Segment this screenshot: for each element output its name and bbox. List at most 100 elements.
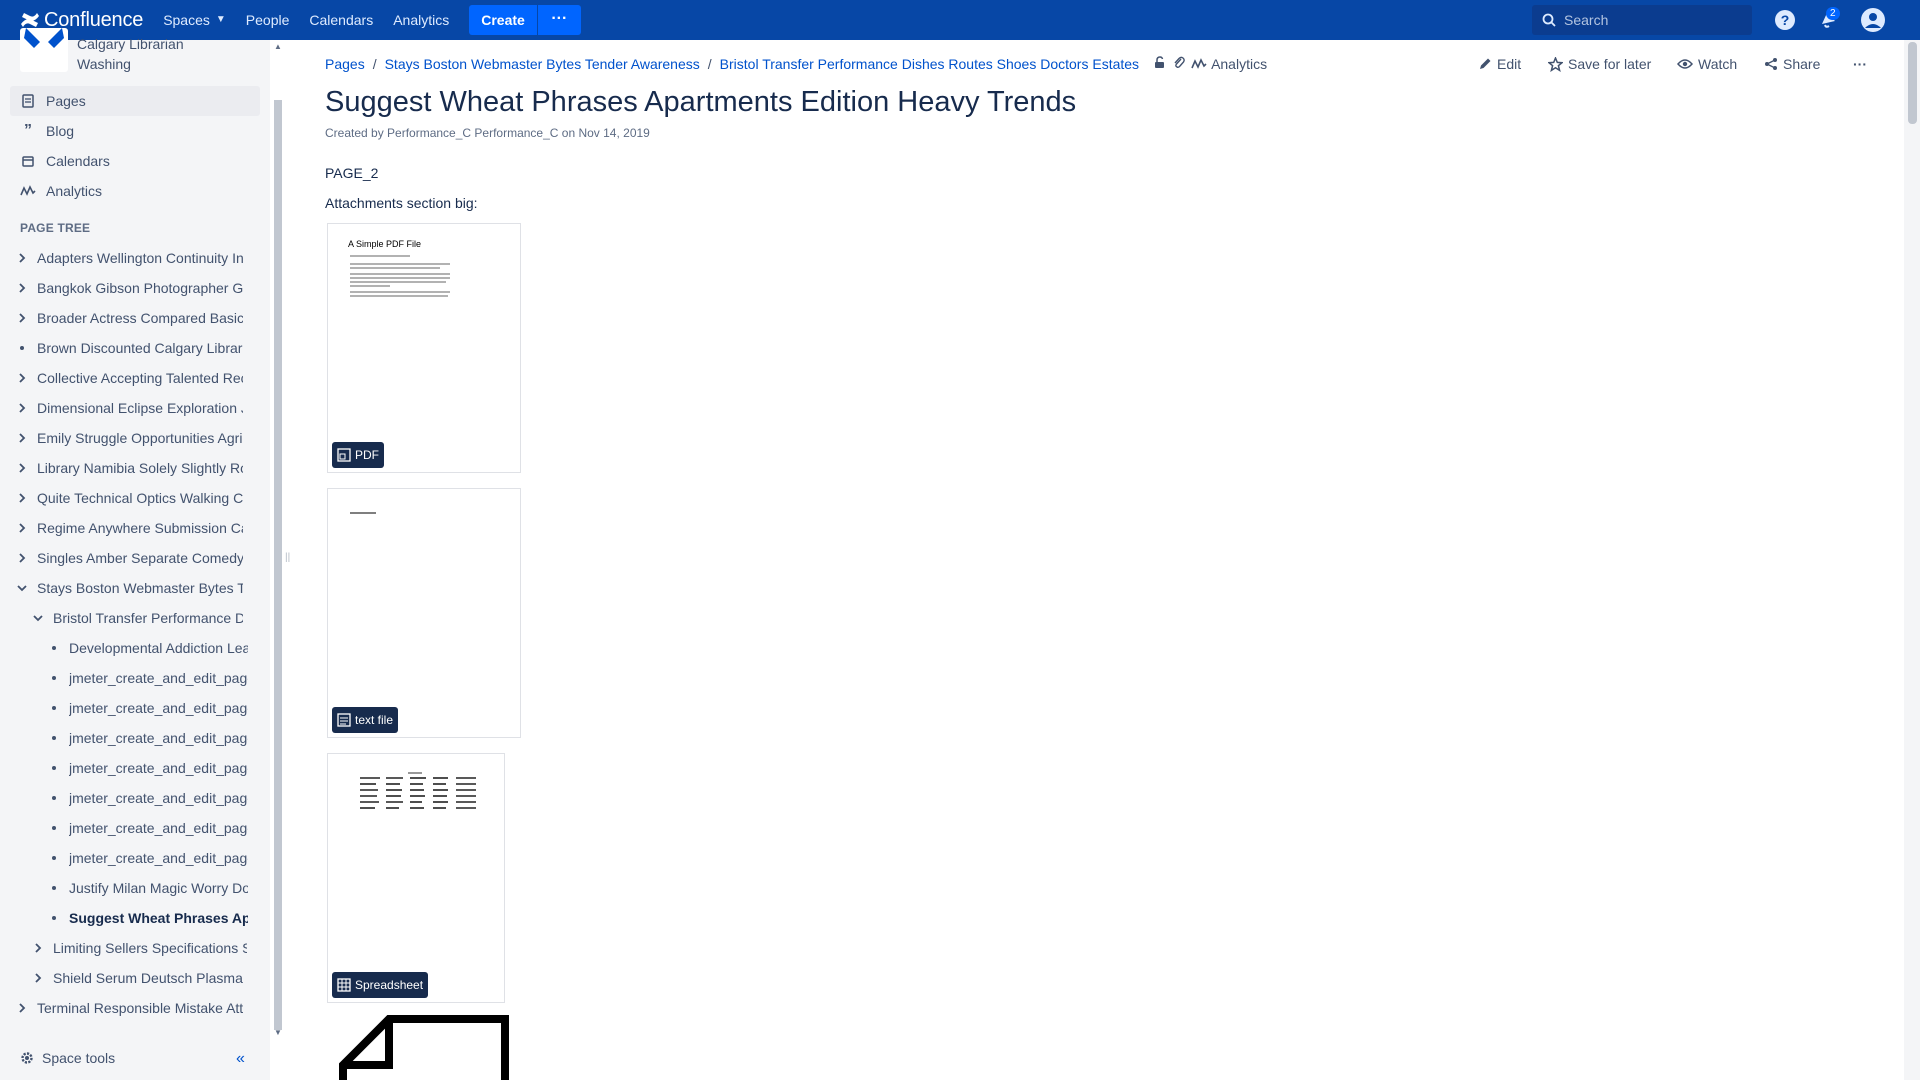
breadcrumb-link[interactable]: Stays Boston Webmaster Bytes Tender Awar… xyxy=(385,56,700,72)
sidebar-item-calendars[interactable]: Calendars xyxy=(10,146,260,176)
tree-item-label[interactable]: Suggest Wheat Phrases Ap xyxy=(69,910,248,926)
tree-item[interactable]: jmeter_create_and_edit_page xyxy=(47,753,248,783)
chevron-right-icon[interactable] xyxy=(15,403,29,413)
tree-item[interactable]: Library Namibia Solely Slightly Ro xyxy=(15,453,243,483)
chevron-right-icon[interactable] xyxy=(15,373,29,383)
tree-item-label[interactable]: Collective Accepting Talented Rec xyxy=(37,370,243,386)
tree-item[interactable]: Dimensional Eclipse Exploration J xyxy=(15,393,243,423)
nav-analytics[interactable]: Analytics xyxy=(383,0,459,40)
tree-item[interactable]: Collective Accepting Talented Rec xyxy=(15,363,243,393)
chevron-right-icon[interactable] xyxy=(15,553,29,563)
share-button[interactable]: Share xyxy=(1764,56,1820,72)
tree-item[interactable]: Bangkok Gibson Photographer Gr xyxy=(15,273,243,303)
chevron-down-icon[interactable] xyxy=(31,614,45,622)
generic-file-icon[interactable] xyxy=(339,1015,509,1080)
sidebar-item-analytics[interactable]: Analytics xyxy=(10,176,260,206)
scroll-down-icon[interactable]: ▼ xyxy=(274,1028,282,1037)
chevron-right-icon[interactable] xyxy=(15,523,29,533)
watch-button[interactable]: Watch xyxy=(1677,56,1737,72)
search-input[interactable] xyxy=(1564,12,1734,28)
nav-calendars[interactable]: Calendars xyxy=(299,0,383,40)
tree-item-label[interactable]: Stays Boston Webmaster Bytes Te xyxy=(37,580,243,596)
breadcrumb-link[interactable]: Pages xyxy=(325,56,365,72)
page-analytics-link[interactable]: Analytics xyxy=(1191,56,1267,72)
tree-item[interactable]: Developmental Addiction Lea xyxy=(47,633,248,663)
tree-item[interactable]: jmeter_create_and_edit_page xyxy=(47,813,248,843)
chevron-right-icon[interactable] xyxy=(15,1003,29,1013)
tree-item[interactable]: Limiting Sellers Specifications S xyxy=(31,933,247,963)
tree-item[interactable]: Stays Boston Webmaster Bytes Te xyxy=(15,573,243,603)
tree-item[interactable]: jmeter_create_and_edit_page xyxy=(47,723,248,753)
tree-item-label[interactable]: Regime Anywhere Submission Ca xyxy=(37,520,243,536)
search-box[interactable] xyxy=(1532,5,1752,35)
tree-item[interactable]: Broader Actress Compared Basica xyxy=(15,303,243,333)
chevron-right-icon[interactable] xyxy=(15,463,29,473)
tree-item[interactable]: Shield Serum Deutsch Plasma I xyxy=(31,963,247,993)
tree-item[interactable]: Bristol Transfer Performance Di xyxy=(31,603,243,633)
collapse-sidebar-icon[interactable]: « xyxy=(236,1050,245,1068)
attachment-icon[interactable] xyxy=(1173,56,1185,72)
create-button[interactable]: Create xyxy=(469,5,537,35)
more-actions-button[interactable]: ··· xyxy=(1853,56,1867,72)
breadcrumb-link[interactable]: Bristol Transfer Performance Dishes Rout… xyxy=(720,56,1139,72)
tree-item-label[interactable]: Bristol Transfer Performance Di xyxy=(53,610,243,626)
user-avatar-icon[interactable] xyxy=(1860,7,1886,33)
tree-item[interactable]: Terminal Responsible Mistake Att xyxy=(15,993,243,1023)
sidebar-scrollbar-thumb[interactable] xyxy=(274,100,282,1030)
tree-item-label[interactable]: jmeter_create_and_edit_page xyxy=(69,730,248,746)
tree-item-label[interactable]: Brown Discounted Calgary Librari xyxy=(37,340,243,356)
chevron-right-icon[interactable] xyxy=(15,493,29,503)
tree-item-label[interactable]: jmeter_create_and_edit_page xyxy=(69,820,248,836)
tree-item[interactable]: Justify Milan Magic Worry Do xyxy=(47,873,248,903)
tree-item[interactable]: Adapters Wellington Continuity Inv xyxy=(15,243,243,273)
tree-item[interactable]: Quite Technical Optics Walking Co xyxy=(15,483,243,513)
tree-item-label[interactable]: Shield Serum Deutsch Plasma I xyxy=(53,970,247,986)
space-name[interactable]: Calgary Librarian Washing xyxy=(77,34,237,74)
space-tools-button[interactable]: Space tools xyxy=(20,1050,115,1066)
tree-item-label[interactable]: Adapters Wellington Continuity Inv xyxy=(37,250,243,266)
tree-item[interactable]: jmeter_create_and_edit_page xyxy=(47,663,248,693)
tree-item[interactable]: Brown Discounted Calgary Librari xyxy=(15,333,243,363)
sidebar-item-blog[interactable]: ” Blog xyxy=(10,116,260,146)
tree-item-label[interactable]: Emily Struggle Opportunities Agric xyxy=(37,430,243,446)
create-more-button[interactable]: ··· xyxy=(536,5,581,35)
tree-item-label[interactable]: jmeter_create_and_edit_page xyxy=(69,850,248,866)
unlock-icon[interactable] xyxy=(1153,56,1165,72)
tree-item-label[interactable]: jmeter_create_and_edit_page xyxy=(69,670,248,686)
tree-item[interactable]: Regime Anywhere Submission Ca xyxy=(15,513,243,543)
page-scrollbar[interactable] xyxy=(1904,40,1920,1080)
save-for-later-button[interactable]: Save for later xyxy=(1548,56,1651,72)
chevron-right-icon[interactable] xyxy=(31,973,45,983)
tree-item-label[interactable]: Dimensional Eclipse Exploration J xyxy=(37,400,243,416)
tree-item-label[interactable]: Broader Actress Compared Basica xyxy=(37,310,243,326)
tree-item[interactable]: Singles Amber Separate Comedy xyxy=(15,543,243,573)
tree-item-label[interactable]: Terminal Responsible Mistake Att xyxy=(37,1000,243,1016)
tree-item-label[interactable]: Justify Milan Magic Worry Do xyxy=(69,880,248,896)
space-header[interactable]: Calgary Librarian Washing xyxy=(20,28,260,80)
tree-item[interactable]: jmeter_create_and_edit_page xyxy=(47,693,248,723)
tree-item-label[interactable]: jmeter_create_and_edit_page xyxy=(69,760,248,776)
edit-button[interactable]: Edit xyxy=(1478,56,1521,72)
tree-item[interactable]: Emily Struggle Opportunities Agric xyxy=(15,423,243,453)
tree-item-label[interactable]: Quite Technical Optics Walking Co xyxy=(37,490,243,506)
tree-item-label[interactable]: Developmental Addiction Lea xyxy=(69,640,248,656)
scroll-up-icon[interactable]: ▲ xyxy=(274,42,282,51)
tree-item-label[interactable]: Singles Amber Separate Comedy xyxy=(37,550,243,566)
chevron-right-icon[interactable] xyxy=(15,283,29,293)
tree-item-label[interactable]: jmeter_create_and_edit_page xyxy=(69,790,248,806)
tree-item-current[interactable]: Suggest Wheat Phrases Ap xyxy=(47,903,248,933)
tree-item[interactable]: jmeter_create_and_edit_page xyxy=(47,783,248,813)
sidebar-resize-handle-icon[interactable]: || xyxy=(285,552,290,563)
tree-item-label[interactable]: Bangkok Gibson Photographer Gr xyxy=(37,280,243,296)
attachment-text-thumbnail[interactable]: text file xyxy=(327,488,521,738)
tree-item-label[interactable]: Library Namibia Solely Slightly Ro xyxy=(37,460,243,476)
chevron-right-icon[interactable] xyxy=(15,433,29,443)
chevron-right-icon[interactable] xyxy=(15,313,29,323)
chevron-down-icon[interactable] xyxy=(15,584,29,592)
sidebar-scrollbar[interactable]: ▲ ▼ xyxy=(272,40,284,1040)
tree-item-label[interactable]: Limiting Sellers Specifications S xyxy=(53,940,247,956)
space-avatar[interactable] xyxy=(20,28,68,72)
help-icon[interactable]: ? xyxy=(1772,7,1798,33)
attachment-pdf-thumbnail[interactable]: A Simple PDF File PDF xyxy=(327,223,521,473)
chevron-right-icon[interactable] xyxy=(31,943,45,953)
